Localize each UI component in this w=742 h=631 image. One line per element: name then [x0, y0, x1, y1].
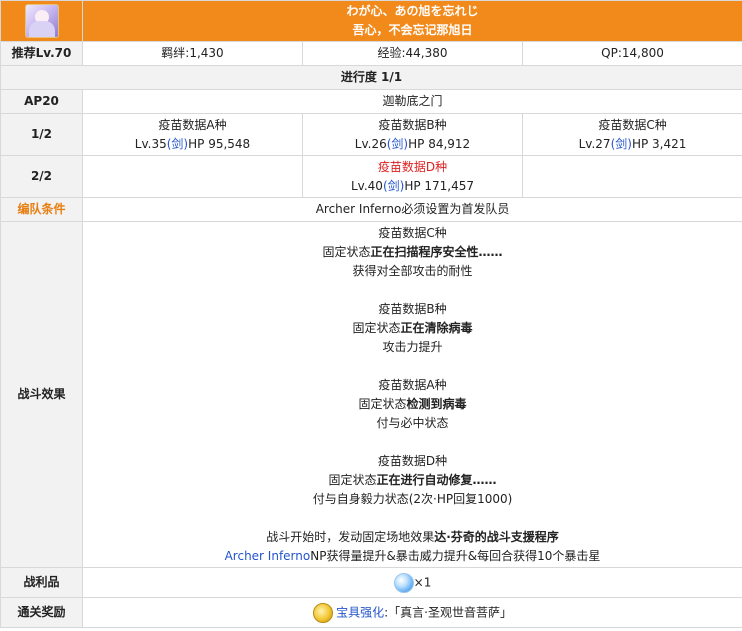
- effect-enemy-name: 疫苗数据D种: [377, 453, 448, 468]
- enemy-stats: Lv.26(剑)HP 84,912: [303, 135, 522, 154]
- effects-row: 战斗效果 疫苗数据C种 固定状态正在扫描程序安全性…… 获得对全部攻击的耐性 疫…: [0, 221, 742, 568]
- class-link[interactable]: (剑): [167, 137, 188, 151]
- quest-title-jp: わが心、あの旭を忘れじ: [346, 4, 479, 18]
- drops-label: 战利品: [0, 567, 83, 598]
- effect-state: 固定状态正在扫描程序安全性……: [322, 244, 503, 259]
- quest-title: わが心、あの旭を忘れじ 吾心，不会忘记那旭日: [81, 0, 742, 42]
- effect-enemy-name: 疫苗数据B种: [378, 301, 447, 316]
- enemy-hp: HP 84,912: [408, 136, 471, 151]
- np-upgrade-link[interactable]: 宝具强化: [336, 605, 384, 619]
- class-link[interactable]: (剑): [611, 137, 632, 151]
- effect-enemy-name: 疫苗数据A种: [378, 377, 447, 392]
- enemy-hp: HP 95,548: [188, 136, 251, 151]
- bond-value: 羁绊:1,430: [82, 41, 303, 66]
- field-effect: 战斗开始时，发动固定场地效果达·芬奇的战斗支援程序: [266, 529, 559, 544]
- enemy-stats: Lv.40(剑)HP 171,457: [303, 177, 522, 196]
- effect-state: 固定状态正在进行自动修复……: [328, 472, 497, 487]
- empty-cell: [521, 155, 742, 198]
- stats-row: 推荐Lv.70 羁绊:1,430 经验:44,380 QP:14,800: [0, 41, 742, 66]
- enemy-level: Lv.26: [354, 136, 387, 151]
- enemy-hp: HP 3,421: [631, 136, 687, 151]
- progress-label: 进行度 1/1: [0, 65, 742, 90]
- class-link[interactable]: (剑): [383, 179, 404, 193]
- qp-value: QP:14,800: [521, 41, 742, 66]
- drops-content: ×1: [81, 567, 742, 598]
- effect-desc: 攻击力提升: [382, 339, 443, 354]
- gold-medal-icon: [313, 602, 334, 623]
- effects-label: 战斗效果: [0, 221, 83, 568]
- formation-row: 编队条件 Archer Inferno必须设置为首发队员: [0, 197, 742, 222]
- exp-value: 经验:44,380: [302, 41, 523, 66]
- effect-desc: 获得对全部攻击的耐性: [352, 263, 473, 278]
- effect-state: 固定状态检测到病毒: [358, 396, 467, 411]
- enemy-card: 疫苗数据C种 Lv.27(剑)HP 3,421: [521, 113, 742, 156]
- servant-effect: Archer InfernoNP获得量提升&暴击威力提升&每回合获得10个暴击星: [224, 548, 601, 563]
- enemy-name: 疫苗数据A种: [158, 117, 227, 132]
- effect-desc: 付与必中状态: [376, 415, 449, 430]
- enemy-card: 疫苗数据D种 Lv.40(剑)HP 171,457: [302, 155, 523, 198]
- drops-row: 战利品 ×1: [0, 567, 742, 598]
- servant-link[interactable]: Archer Inferno: [225, 549, 311, 563]
- enemy-name: 疫苗数据C种: [598, 117, 667, 132]
- effects-content: 疫苗数据C种 固定状态正在扫描程序安全性…… 获得对全部攻击的耐性 疫苗数据B种…: [81, 221, 742, 568]
- ap-label: AP20: [0, 89, 83, 114]
- reward-content: 宝具强化:「真言·圣观世音菩萨」: [81, 597, 742, 628]
- enemy-name: 疫苗数据D种: [377, 159, 448, 174]
- wave-2-row: 2/2 疫苗数据D种 Lv.40(剑)HP 171,457: [0, 155, 742, 198]
- reward-label: 通关奖励: [0, 597, 83, 628]
- quest-header-row: わが心、あの旭を忘れじ 吾心，不会忘记那旭日: [0, 0, 742, 42]
- level-label: 推荐Lv.70: [0, 41, 83, 66]
- effect-desc: 付与自身毅力状态(2次·HP回复1000): [312, 491, 513, 506]
- enemy-name: 疫苗数据B种: [378, 117, 447, 132]
- crystal-gem-icon[interactable]: [393, 572, 414, 593]
- effect-enemy-name: 疫苗数据C种: [378, 225, 447, 240]
- servant-avatar[interactable]: [24, 4, 59, 38]
- effect-state: 固定状态正在清除病毒: [352, 320, 473, 335]
- class-link[interactable]: (剑): [387, 137, 408, 151]
- wave-1-row: 1/2 疫苗数据A种 Lv.35(剑)HP 95,548 疫苗数据B种 Lv.2…: [0, 113, 742, 156]
- reward-text: 「真言·圣观世音菩萨」: [388, 605, 512, 619]
- ap-row: AP20 迦勒底之门: [0, 89, 742, 114]
- wave-1-label: 1/2: [0, 113, 83, 156]
- enemy-stats: Lv.35(剑)HP 95,548: [83, 135, 302, 154]
- enemy-level: Lv.27: [578, 136, 611, 151]
- enemy-card: 疫苗数据A种 Lv.35(剑)HP 95,548: [82, 113, 303, 156]
- drop-count: ×1: [413, 575, 432, 589]
- location-name: 迦勒底之门: [81, 89, 742, 114]
- enemy-level: Lv.40: [350, 178, 383, 193]
- reward-row: 通关奖励 宝具强化:「真言·圣观世音菩萨」: [0, 597, 742, 628]
- formation-text: Archer Inferno必须设置为首发队员: [81, 197, 742, 222]
- enemy-card: 疫苗数据B种 Lv.26(剑)HP 84,912: [302, 113, 523, 156]
- formation-label: 编队条件: [0, 197, 83, 222]
- quest-title-cn: 吾心，不会忘记那旭日: [352, 23, 473, 37]
- quest-table: わが心、あの旭を忘れじ 吾心，不会忘记那旭日 推荐Lv.70 羁绊:1,430 …: [0, 0, 742, 628]
- enemy-level: Lv.35: [134, 136, 167, 151]
- empty-cell: [82, 155, 303, 198]
- progress-row: 进行度 1/1: [0, 65, 742, 90]
- enemy-stats: Lv.27(剑)HP 3,421: [523, 135, 742, 154]
- enemy-hp: HP 171,457: [404, 178, 475, 193]
- wave-2-label: 2/2: [0, 155, 83, 198]
- servant-avatar-cell: [0, 0, 83, 42]
